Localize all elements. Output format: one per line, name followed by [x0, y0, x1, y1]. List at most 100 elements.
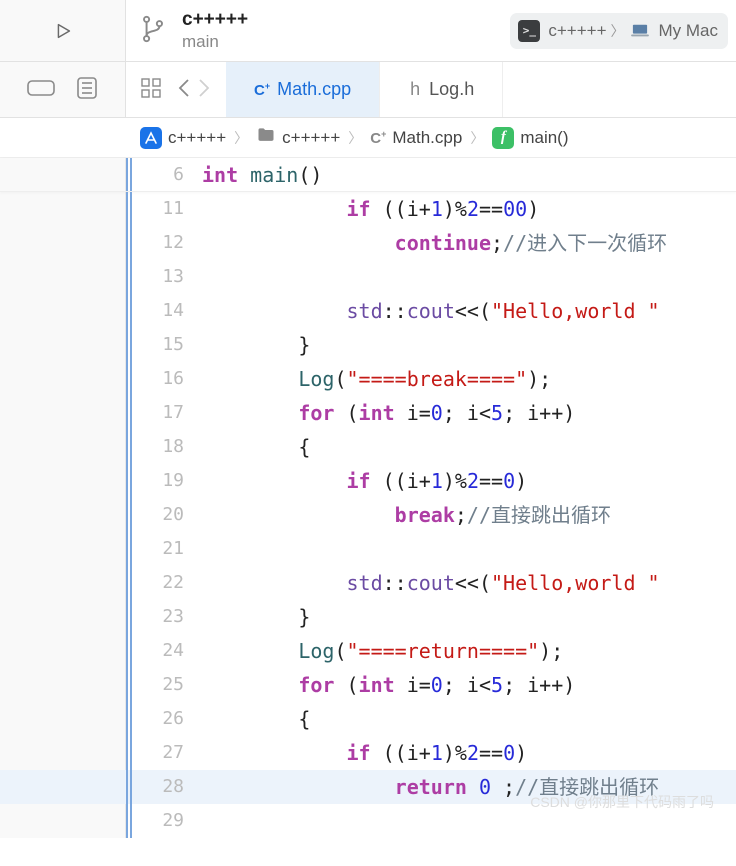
line-number: 14 [132, 294, 198, 328]
line-number: 21 [132, 532, 198, 566]
code-line[interactable]: 20 break;//直接跳出循环 [0, 498, 736, 532]
tab-math-cpp[interactable]: C+ Math.cpp [226, 62, 380, 117]
code-content: { [198, 702, 310, 736]
code-line[interactable]: 21 [0, 532, 736, 566]
code-line[interactable]: 23 } [0, 600, 736, 634]
breadcrumb[interactable]: c+++++ 〉 c+++++ 〉 C+ Math.cpp 〉 f main() [0, 118, 736, 158]
run-button[interactable] [43, 11, 83, 51]
project-section[interactable]: c+++++ main [126, 0, 248, 61]
h-file-icon: h [408, 79, 422, 100]
project-info: c+++++ main [182, 9, 248, 52]
editor-tabbar: C+ Math.cpp h Log.h [0, 62, 736, 118]
line-number: 24 [132, 634, 198, 668]
code-line[interactable]: 29 [0, 804, 736, 838]
sticky-scope-line[interactable]: 6 int main() [0, 158, 736, 192]
code-content: Log("====break===="); [198, 362, 551, 396]
code-line[interactable]: 28 return 0 ;//直接跳出循环 [0, 770, 736, 804]
run-panel [0, 0, 126, 61]
line-number: 20 [132, 498, 198, 532]
breadcrumb-folder[interactable]: c+++++ [282, 128, 340, 148]
breadcrumb-project[interactable]: c+++++ [168, 128, 226, 148]
laptop-icon [629, 23, 651, 39]
code-content: } [198, 600, 310, 634]
code-line[interactable]: 15 } [0, 328, 736, 362]
console-toggle-icon[interactable] [27, 78, 55, 101]
scheme-app[interactable]: >_ c+++++ [518, 20, 606, 42]
project-name: c+++++ [182, 9, 248, 32]
cpp-file-icon: C+ [370, 129, 386, 147]
project-icon [140, 127, 162, 149]
line-number: 12 [132, 226, 198, 260]
line-number: 25 [132, 668, 198, 702]
breadcrumb-symbol[interactable]: main() [520, 128, 568, 148]
line-number: 29 [132, 804, 198, 838]
cpp-file-icon: C+ [254, 81, 270, 99]
code-line[interactable]: 27 if ((i+1)%2==0) [0, 736, 736, 770]
scheme-dest[interactable]: My Mac [629, 21, 719, 41]
code-content: Log("====return===="); [198, 634, 563, 668]
code-line[interactable]: 13 [0, 260, 736, 294]
terminal-icon: >_ [518, 20, 540, 42]
chevron-right-icon: 〉 [611, 21, 625, 41]
top-toolbar: c+++++ main >_ c+++++ 〉 My Mac [0, 0, 736, 62]
code-content: return 0 ;//直接跳出循环 [198, 770, 659, 804]
navigator-controls [0, 62, 126, 117]
tab-label: Math.cpp [277, 79, 351, 100]
chevron-right-icon: 〉 [470, 128, 484, 148]
code-content: { [198, 430, 310, 464]
tab-log-h[interactable]: h Log.h [380, 62, 503, 117]
chevron-right-icon: 〉 [348, 128, 362, 148]
line-number: 6 [132, 164, 198, 185]
code-line[interactable]: 19 if ((i+1)%2==0) [0, 464, 736, 498]
nav-forward-button[interactable] [196, 77, 212, 102]
scheme-dest-label: My Mac [659, 21, 719, 41]
code-content: std::cout<<("Hello,world " [198, 566, 660, 600]
nav-back-button[interactable] [176, 77, 192, 102]
scheme-selector[interactable]: >_ c+++++ 〉 My Mac [510, 13, 728, 49]
breadcrumb-file[interactable]: Math.cpp [392, 128, 462, 148]
line-number: 15 [132, 328, 198, 362]
code-content: std::cout<<("Hello,world " [198, 294, 660, 328]
line-number: 18 [132, 430, 198, 464]
line-number: 13 [132, 260, 198, 294]
line-number: 23 [132, 600, 198, 634]
code-content: if ((i+1)%2==0) [198, 736, 527, 770]
code-content: } [198, 328, 310, 362]
scheme-app-label: c+++++ [548, 21, 606, 41]
code-content: for (int i=0; i<5; i++) [198, 668, 575, 702]
line-number: 19 [132, 464, 198, 498]
code-line[interactable]: 11 if ((i+1)%2==00) [0, 192, 736, 226]
code-content: for (int i=0; i<5; i++) [198, 396, 575, 430]
code-line[interactable]: 14 std::cout<<("Hello,world " [0, 294, 736, 328]
tabs: C+ Math.cpp h Log.h [226, 62, 736, 117]
code-line[interactable]: 24 Log("====return===="); [0, 634, 736, 668]
code-content: break;//直接跳出循环 [198, 498, 611, 532]
sticky-code: int main() [198, 163, 322, 187]
line-number: 11 [132, 192, 198, 226]
code-content: if ((i+1)%2==0) [198, 464, 527, 498]
line-number: 22 [132, 566, 198, 600]
line-number: 16 [132, 362, 198, 396]
code-line[interactable]: 17 for (int i=0; i<5; i++) [0, 396, 736, 430]
line-number: 17 [132, 396, 198, 430]
inspector-toggle-icon[interactable] [76, 76, 98, 103]
branch-icon [140, 14, 166, 47]
tab-label: Log.h [429, 79, 474, 100]
folder-icon [256, 125, 276, 150]
code-content: if ((i+1)%2==00) [198, 192, 539, 226]
line-number: 28 [132, 770, 198, 804]
code-line[interactable]: 16 Log("====break===="); [0, 362, 736, 396]
code-editor[interactable]: 11 if ((i+1)%2==00)12 continue;//进入下一次循环… [0, 192, 736, 838]
code-line[interactable]: 18 { [0, 430, 736, 464]
function-icon: f [492, 127, 514, 149]
related-items-icon[interactable] [140, 77, 162, 102]
code-line[interactable]: 12 continue;//进入下一次循环 [0, 226, 736, 260]
code-line[interactable]: 25 for (int i=0; i<5; i++) [0, 668, 736, 702]
branch-name: main [182, 32, 248, 52]
line-number: 27 [132, 736, 198, 770]
code-line[interactable]: 22 std::cout<<("Hello,world " [0, 566, 736, 600]
line-number: 26 [132, 702, 198, 736]
code-content: continue;//进入下一次循环 [198, 226, 667, 260]
code-line[interactable]: 26 { [0, 702, 736, 736]
editor-toolbar: C+ Math.cpp h Log.h [126, 62, 736, 117]
